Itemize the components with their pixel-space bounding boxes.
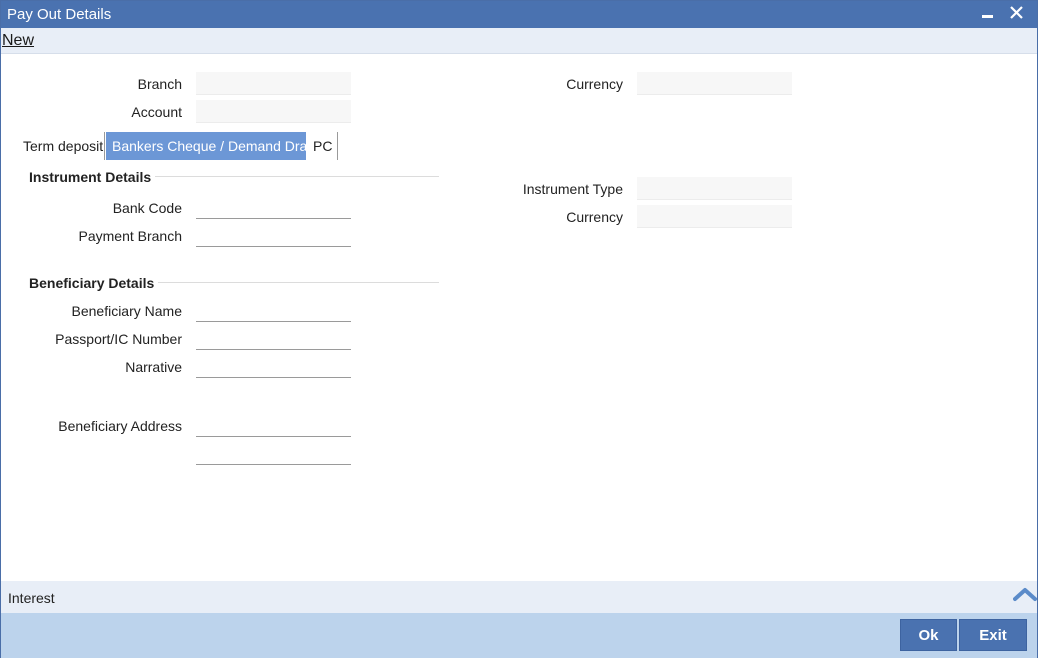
- tab-label: Term deposit: [23, 138, 104, 154]
- chevron-up-icon: [1013, 588, 1037, 601]
- beneficiary-address-label: Beneficiary Address: [58, 418, 182, 434]
- tab-pc[interactable]: PC: [307, 132, 338, 160]
- instrument-type-field[interactable]: [637, 177, 792, 200]
- minimize-button[interactable]: [977, 3, 999, 25]
- window-title: Pay Out Details: [7, 6, 112, 23]
- instrument-currency-field[interactable]: [637, 205, 792, 228]
- account-label: Account: [131, 104, 182, 120]
- beneficiary-address-line1-field[interactable]: [196, 414, 351, 437]
- collapse-button[interactable]: [1013, 586, 1037, 606]
- menu-bar: New: [1, 28, 1037, 54]
- tab-term-deposit[interactable]: Term deposit: [17, 132, 105, 160]
- close-icon: [1010, 6, 1023, 19]
- footer-bar: Ok Exit: [1, 613, 1037, 658]
- title-bar: Pay Out Details: [1, 1, 1037, 28]
- exit-button[interactable]: Exit: [959, 619, 1027, 651]
- bank-code-field[interactable]: [196, 196, 351, 219]
- beneficiary-name-label: Beneficiary Name: [71, 303, 183, 319]
- currency-label: Currency: [566, 76, 623, 92]
- beneficiary-name-field[interactable]: [196, 299, 351, 322]
- beneficiary-address-line2-field[interactable]: [196, 442, 351, 465]
- interest-bar: Interest: [1, 581, 1037, 613]
- instrument-details-heading-text: Instrument Details: [29, 169, 156, 185]
- interest-label: Interest: [8, 590, 55, 606]
- passport-ic-number-label: Passport/IC Number: [55, 331, 182, 347]
- branch-field[interactable]: [196, 72, 351, 95]
- new-link[interactable]: New: [2, 32, 34, 50]
- account-field[interactable]: [196, 100, 351, 123]
- payment-branch-label: Payment Branch: [78, 228, 183, 244]
- narrative-field[interactable]: [196, 355, 351, 378]
- currency-field[interactable]: [637, 72, 792, 95]
- ok-button[interactable]: Ok: [900, 619, 957, 651]
- tab-bankers-cheque-demand-draft[interactable]: Bankers Cheque / Demand Draft: [106, 132, 315, 160]
- pay-out-details-window: Pay Out Details New Branch Account Curre…: [0, 0, 1038, 658]
- instrument-type-label: Instrument Type: [522, 181, 623, 197]
- bank-code-label: Bank Code: [112, 200, 182, 216]
- beneficiary-details-heading: Beneficiary Details: [29, 275, 159, 291]
- branch-label: Branch: [137, 76, 182, 92]
- passport-ic-number-field[interactable]: [196, 327, 351, 350]
- tab-label: PC: [313, 138, 333, 154]
- tab-label: Bankers Cheque / Demand Draft: [112, 138, 316, 154]
- minimize-icon: [982, 15, 993, 18]
- payment-branch-field[interactable]: [196, 224, 351, 247]
- instrument-currency-label: Currency: [566, 209, 623, 225]
- close-button[interactable]: [1006, 3, 1028, 25]
- narrative-label: Narrative: [125, 359, 182, 375]
